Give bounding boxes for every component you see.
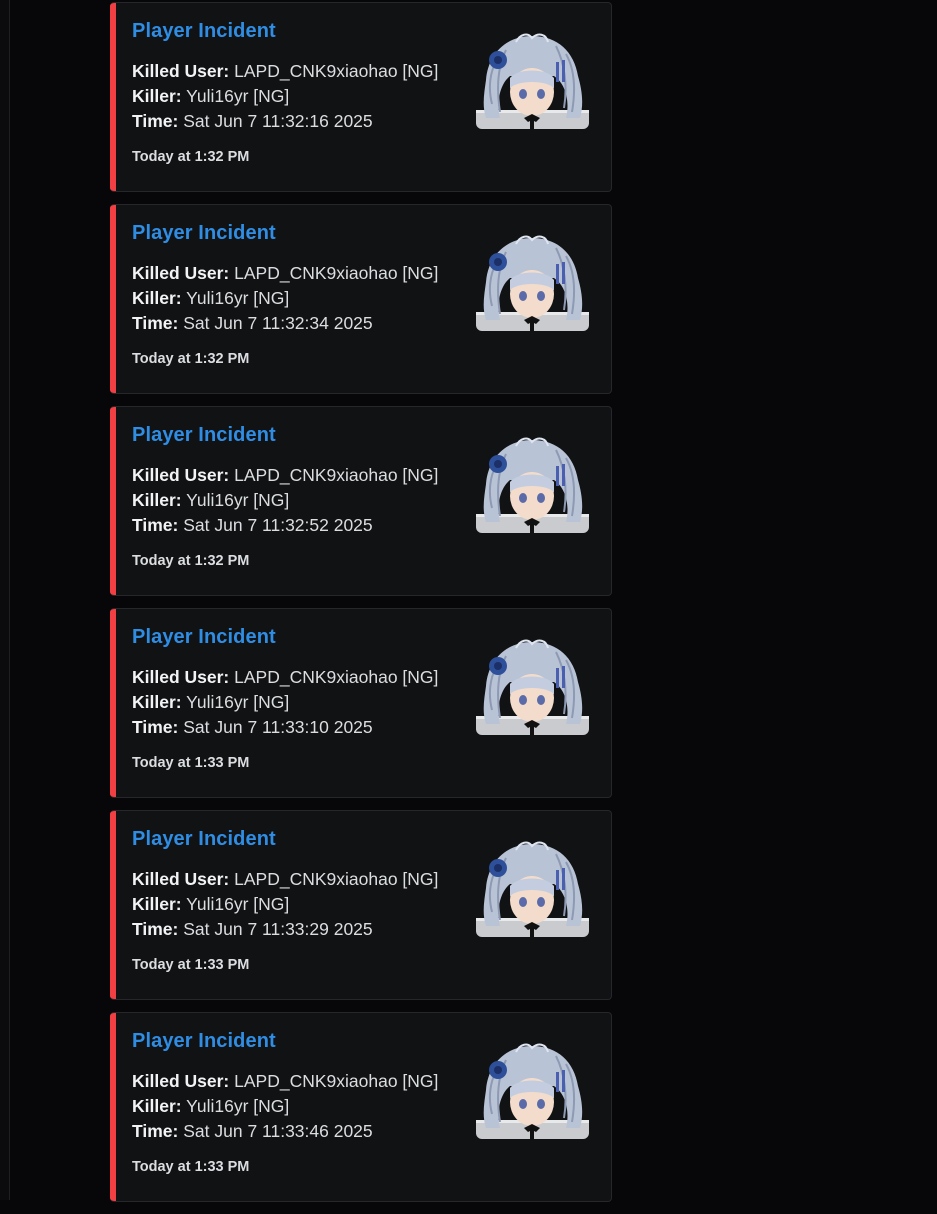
killer-value: Yuli16yr [NG] — [186, 288, 290, 308]
embed-footer-timestamp: Today at 1:33 PM — [132, 957, 250, 973]
killed-user-field: Killed User: LAPD_CNK9xiaohao [NG] — [132, 667, 438, 688]
time-field: Time: Sat Jun 7 11:32:16 2025 — [132, 111, 373, 132]
killer-value: Yuli16yr [NG] — [186, 1096, 290, 1116]
killer-label: Killer: — [132, 490, 182, 510]
time-value: Sat Jun 7 11:32:52 2025 — [183, 515, 373, 535]
killer-value: Yuli16yr [NG] — [186, 490, 290, 510]
killer-value: Yuli16yr [NG] — [186, 894, 290, 914]
embed-title-link[interactable]: Player Incident — [132, 424, 276, 447]
time-value: Sat Jun 7 11:33:46 2025 — [183, 1121, 373, 1141]
embed-accent-bar — [110, 1013, 116, 1201]
killed-user-value: LAPD_CNK9xiaohao [NG] — [234, 1071, 439, 1091]
avatar-thumbnail-icon[interactable] — [476, 1042, 589, 1139]
time-label: Time: — [132, 1121, 179, 1141]
time-label: Time: — [132, 515, 179, 535]
killed-user-label: Killed User: — [132, 61, 230, 81]
incident-embed: Player Incident Killed User: LAPD_CNK9xi… — [110, 406, 612, 596]
avatar-thumbnail-icon[interactable] — [476, 638, 589, 735]
time-label: Time: — [132, 919, 179, 939]
embed-title-link[interactable]: Player Incident — [132, 222, 276, 245]
killer-value: Yuli16yr [NG] — [186, 692, 290, 712]
embed-footer-timestamp: Today at 1:33 PM — [132, 1159, 250, 1175]
avatar-thumbnail-icon[interactable] — [476, 234, 589, 331]
killed-user-label: Killed User: — [132, 667, 230, 687]
killed-user-field: Killed User: LAPD_CNK9xiaohao [NG] — [132, 1071, 438, 1092]
time-label: Time: — [132, 313, 179, 333]
embed-accent-bar — [110, 205, 116, 393]
time-value: Sat Jun 7 11:32:34 2025 — [183, 313, 373, 333]
embed-title-link[interactable]: Player Incident — [132, 20, 276, 43]
killer-value: Yuli16yr [NG] — [186, 86, 290, 106]
killer-field: Killer: Yuli16yr [NG] — [132, 894, 289, 915]
killed-user-field: Killed User: LAPD_CNK9xiaohao [NG] — [132, 263, 438, 284]
killer-label: Killer: — [132, 1096, 182, 1116]
killer-field: Killer: Yuli16yr [NG] — [132, 288, 289, 309]
killer-label: Killer: — [132, 288, 182, 308]
killer-label: Killer: — [132, 692, 182, 712]
embed-accent-bar — [110, 3, 116, 191]
killer-field: Killer: Yuli16yr [NG] — [132, 490, 289, 511]
message-feed: Player Incident Killed User: LAPD_CNK9xi… — [110, 2, 612, 1214]
killer-label: Killer: — [132, 894, 182, 914]
time-value: Sat Jun 7 11:32:16 2025 — [183, 111, 373, 131]
embed-footer-timestamp: Today at 1:32 PM — [132, 553, 250, 569]
killed-user-label: Killed User: — [132, 869, 230, 889]
killed-user-field: Killed User: LAPD_CNK9xiaohao [NG] — [132, 61, 438, 82]
killed-user-field: Killed User: LAPD_CNK9xiaohao [NG] — [132, 869, 438, 890]
time-field: Time: Sat Jun 7 11:33:29 2025 — [132, 919, 373, 940]
killed-user-value: LAPD_CNK9xiaohao [NG] — [234, 61, 439, 81]
avatar-thumbnail-icon[interactable] — [476, 436, 589, 533]
killer-field: Killer: Yuli16yr [NG] — [132, 86, 289, 107]
incident-embed: Player Incident Killed User: LAPD_CNK9xi… — [110, 810, 612, 1000]
killer-field: Killer: Yuli16yr [NG] — [132, 692, 289, 713]
embed-footer-timestamp: Today at 1:32 PM — [132, 149, 250, 165]
incident-embed: Player Incident Killed User: LAPD_CNK9xi… — [110, 2, 612, 192]
avatar-thumbnail-icon[interactable] — [476, 32, 589, 129]
killed-user-value: LAPD_CNK9xiaohao [NG] — [234, 465, 439, 485]
time-value: Sat Jun 7 11:33:29 2025 — [183, 919, 373, 939]
killed-user-field: Killed User: LAPD_CNK9xiaohao [NG] — [132, 465, 438, 486]
killer-field: Killer: Yuli16yr [NG] — [132, 1096, 289, 1117]
killed-user-label: Killed User: — [132, 263, 230, 283]
avatar-thumbnail-icon[interactable] — [476, 840, 589, 937]
embed-footer-timestamp: Today at 1:33 PM — [132, 755, 250, 771]
embed-accent-bar — [110, 609, 116, 797]
incident-embed: Player Incident Killed User: LAPD_CNK9xi… — [110, 204, 612, 394]
embed-title-link[interactable]: Player Incident — [132, 828, 276, 851]
time-field: Time: Sat Jun 7 11:32:52 2025 — [132, 515, 373, 536]
time-label: Time: — [132, 111, 179, 131]
time-field: Time: Sat Jun 7 11:33:46 2025 — [132, 1121, 373, 1142]
time-label: Time: — [132, 717, 179, 737]
killer-label: Killer: — [132, 86, 182, 106]
time-value: Sat Jun 7 11:33:10 2025 — [183, 717, 373, 737]
embed-title-link[interactable]: Player Incident — [132, 1030, 276, 1053]
killed-user-value: LAPD_CNK9xiaohao [NG] — [234, 263, 439, 283]
incident-embed: Player Incident Killed User: LAPD_CNK9xi… — [110, 1012, 612, 1202]
killed-user-value: LAPD_CNK9xiaohao [NG] — [234, 667, 439, 687]
time-field: Time: Sat Jun 7 11:32:34 2025 — [132, 313, 373, 334]
embed-footer-timestamp: Today at 1:32 PM — [132, 351, 250, 367]
killed-user-value: LAPD_CNK9xiaohao [NG] — [234, 869, 439, 889]
incident-embed: Player Incident Killed User: LAPD_CNK9xi… — [110, 608, 612, 798]
killed-user-label: Killed User: — [132, 465, 230, 485]
embed-accent-bar — [110, 811, 116, 999]
embed-accent-bar — [110, 407, 116, 595]
killed-user-label: Killed User: — [132, 1071, 230, 1091]
embed-title-link[interactable]: Player Incident — [132, 626, 276, 649]
time-field: Time: Sat Jun 7 11:33:10 2025 — [132, 717, 373, 738]
channel-rail-edge — [0, 0, 10, 1200]
